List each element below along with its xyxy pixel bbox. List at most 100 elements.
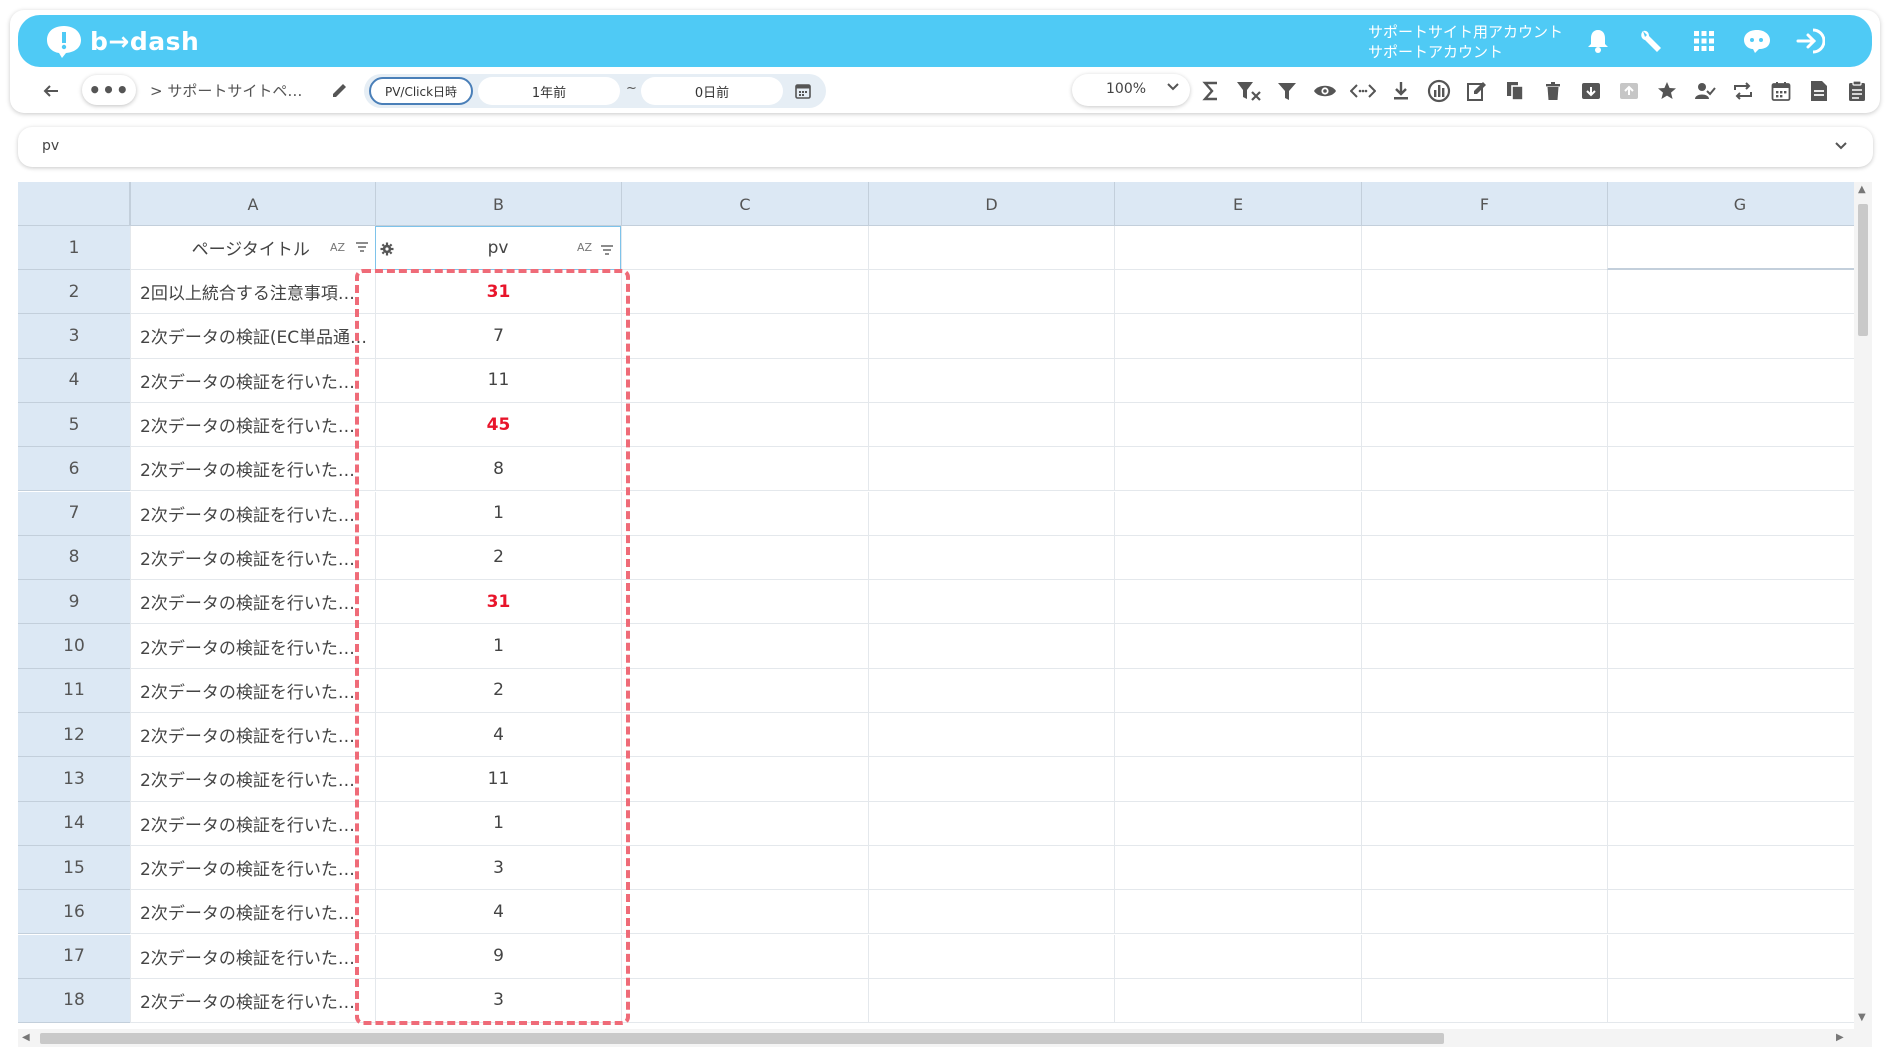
empty-cell[interactable] [1607,270,1872,315]
pv-cell[interactable]: 45 [375,402,621,448]
empty-cell[interactable] [868,402,1114,448]
vertical-scrollbar[interactable]: ▲ ▼ [1854,182,1872,1029]
edit-note-icon[interactable] [1462,76,1492,106]
empty-cell[interactable] [868,358,1114,403]
empty-cell[interactable] [1361,535,1607,581]
date-type-button[interactable]: PV/Click日時 [369,77,473,105]
filter-lines-icon[interactable] [355,238,369,258]
row-header[interactable]: 13 [18,757,130,802]
empty-cell[interactable] [1361,624,1607,669]
header-cell-pv[interactable]: pv AZ [375,226,621,270]
empty-cell[interactable] [621,978,868,1024]
sort-az-icon[interactable]: AZ [330,241,345,254]
column-header-c[interactable]: C [621,182,868,226]
formula-bar[interactable]: pv [18,127,1873,167]
filter-remove-icon[interactable] [1234,76,1264,106]
clipboard-icon[interactable] [1842,76,1872,106]
column-header-e[interactable]: E [1114,182,1361,226]
wrench-icon[interactable] [1631,21,1671,61]
eye-icon[interactable] [1310,76,1340,106]
archive-disabled-icon[interactable] [1614,76,1644,106]
empty-cell[interactable] [1114,978,1361,1024]
empty-cell[interactable] [868,580,1114,625]
header-cell-page-title[interactable]: ページタイトル AZ [130,226,375,270]
zoom-select[interactable]: 100% [1072,74,1190,106]
page-title-cell[interactable]: 2次データの検証を行いた… [130,978,375,1024]
empty-cell[interactable] [1607,314,1872,359]
empty-cell[interactable] [868,270,1114,315]
column-header-a[interactable]: A [130,182,375,226]
corner-cell[interactable] [18,182,130,226]
page-title-cell[interactable]: 2次データの検証を行いた… [130,890,375,935]
filter-lines-icon[interactable] [600,241,614,261]
pv-cell[interactable]: 4 [375,713,621,758]
page-title-cell[interactable]: 2次データの検証を行いた… [130,801,375,846]
empty-cell[interactable] [1607,978,1872,1024]
pv-cell[interactable]: 3 [375,978,621,1024]
column-header-b[interactable]: B [375,182,621,226]
empty-cell[interactable] [868,535,1114,581]
column-header-g[interactable]: G [1607,182,1872,226]
empty-cell[interactable] [1607,447,1872,492]
row-header[interactable]: 11 [18,668,130,713]
page-title-cell[interactable]: 2次データの検証を行いた… [130,757,375,802]
empty-cell[interactable] [621,535,868,581]
empty-cell[interactable] [621,801,868,846]
horizontal-scrollbar[interactable]: ◀ ▶ [18,1029,1872,1047]
empty-cell[interactable] [621,226,868,270]
empty-cell[interactable] [1361,491,1607,536]
page-title-cell[interactable]: 2次データの検証を行いた… [130,713,375,758]
empty-cell[interactable] [1114,358,1361,403]
empty-cell[interactable] [621,713,868,758]
empty-cell[interactable] [1607,713,1872,758]
empty-cell[interactable] [1607,624,1872,669]
page-title-cell[interactable]: 2次データの検証を行いた… [130,402,375,448]
empty-cell[interactable] [1114,314,1361,359]
empty-cell[interactable] [1114,226,1361,270]
grid-icon[interactable] [1684,21,1724,61]
repeat-icon[interactable] [1728,76,1758,106]
empty-cell[interactable] [868,757,1114,802]
empty-cell[interactable] [1361,934,1607,979]
empty-cell[interactable] [1607,535,1872,581]
empty-cell[interactable] [1361,402,1607,448]
empty-cell[interactable] [1607,668,1872,713]
pv-cell[interactable]: 7 [375,314,621,359]
date-to-field[interactable]: 0日前 [641,77,783,105]
row-header[interactable]: 7 [18,491,130,536]
empty-cell[interactable] [868,890,1114,935]
page-title-cell[interactable]: 2回以上統合する注意事項… [130,270,375,315]
empty-cell[interactable] [621,890,868,935]
page-title-cell[interactable]: 2次データの検証を行いた… [130,624,375,669]
empty-cell[interactable] [1114,757,1361,802]
sigma-icon[interactable] [1196,76,1226,106]
empty-cell[interactable] [868,624,1114,669]
pv-cell[interactable]: 1 [375,801,621,846]
scroll-up-icon[interactable]: ▲ [1858,184,1866,195]
page-title-cell[interactable]: 2次データの検証(EC単品通… [130,314,375,359]
empty-cell[interactable] [1361,801,1607,846]
empty-cell[interactable] [1114,801,1361,846]
empty-cell[interactable] [1361,757,1607,802]
empty-cell[interactable] [1114,270,1361,315]
empty-cell[interactable] [868,491,1114,536]
page-title-cell[interactable]: 2次データの検証を行いた… [130,934,375,979]
horizontal-scroll-thumb[interactable] [40,1033,1444,1044]
empty-cell[interactable] [621,845,868,891]
empty-cell[interactable] [1607,934,1872,979]
empty-cell[interactable] [868,801,1114,846]
empty-cell[interactable] [868,978,1114,1024]
empty-cell[interactable] [868,845,1114,891]
pv-cell[interactable]: 11 [375,358,621,403]
logo[interactable]: b→dash [44,23,199,59]
empty-cell[interactable] [621,358,868,403]
row-header[interactable]: 15 [18,845,130,891]
empty-cell[interactable] [1114,447,1361,492]
page-title-cell[interactable]: 2次データの検証を行いた… [130,668,375,713]
row-header[interactable]: 2 [18,270,130,315]
empty-cell[interactable] [1114,535,1361,581]
user-check-icon[interactable] [1690,76,1720,106]
pencil-icon[interactable] [328,78,352,102]
page-title-cell[interactable]: 2次データの検証を行いた… [130,447,375,492]
empty-cell[interactable] [1114,668,1361,713]
